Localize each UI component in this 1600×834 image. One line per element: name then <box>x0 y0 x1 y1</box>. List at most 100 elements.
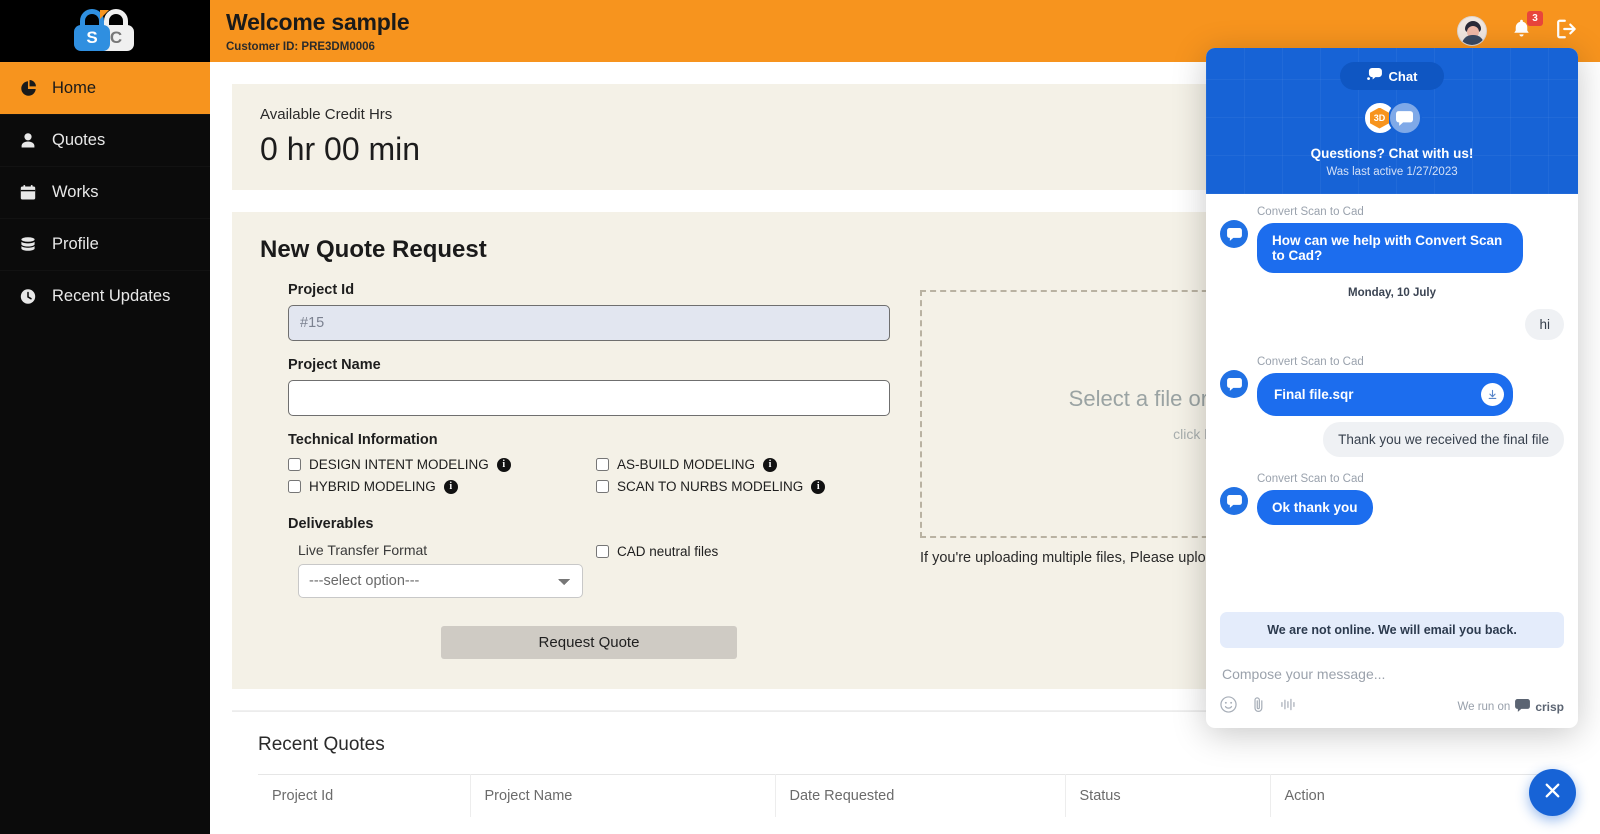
download-icon[interactable] <box>1481 383 1504 406</box>
avatar[interactable] <box>1457 16 1487 46</box>
message-bubble: Thank you we received the final file <box>1323 422 1564 457</box>
chat-header: Chat 3D Questions? Chat with us! Was las… <box>1206 48 1578 194</box>
attachment-icon[interactable] <box>1251 696 1266 718</box>
audio-waveform-icon[interactable] <box>1280 697 1297 717</box>
chat-message-list[interactable]: Convert Scan to Cad How can we help with… <box>1206 194 1578 612</box>
info-icon[interactable]: i <box>811 479 826 494</box>
checkbox-label: HYBRID MODELING <box>309 479 436 494</box>
chat-message-incoming: Convert Scan to Cad Ok thank you <box>1220 473 1564 525</box>
checkbox-design-intent-modeling[interactable]: DESIGN INTENT MODELING i <box>288 457 596 472</box>
checkbox-input[interactable] <box>288 480 301 493</box>
chat-header-title: Questions? Chat with us! <box>1310 146 1474 161</box>
bell-icon <box>1511 19 1532 44</box>
live-transfer-group: Live Transfer Format ---select option--- <box>288 542 596 598</box>
info-icon[interactable]: i <box>443 479 458 494</box>
emoji-icon[interactable] <box>1220 696 1237 718</box>
logo-accent-icon <box>100 10 109 19</box>
column-header-action[interactable]: Action <box>1270 774 1552 817</box>
crisp-logo-icon <box>1515 699 1531 715</box>
app-logo[interactable]: S C <box>0 0 210 62</box>
page-title: Welcome sample <box>226 9 410 35</box>
header-actions: 3 <box>1457 10 1578 46</box>
checkbox-input[interactable] <box>288 458 301 471</box>
checkbox-cad-neutral-files[interactable]: CAD neutral files <box>596 544 890 559</box>
checkbox-label: CAD neutral files <box>617 544 719 559</box>
user-icon <box>18 132 38 149</box>
chat-tab-button[interactable]: Chat <box>1340 62 1444 90</box>
checkbox-label: DESIGN INTENT MODELING <box>309 457 489 472</box>
message-file-bubble[interactable]: Final file.sqr <box>1257 373 1513 416</box>
technical-checkbox-grid: DESIGN INTENT MODELING i AS-BUILD MODELI… <box>288 457 890 494</box>
logo-letter-s: S <box>74 25 110 51</box>
sidebar-item-home[interactable]: Home <box>0 62 210 114</box>
project-id-label: Project Id <box>288 282 355 298</box>
close-icon <box>1542 780 1563 806</box>
checkbox-hybrid-modeling[interactable]: HYBRID MODELING i <box>288 479 596 494</box>
message-sender-name: Convert Scan to Cad <box>1257 473 1364 485</box>
chat-branding: We run on crisp <box>1457 699 1564 715</box>
app-root: S C Home Quotes Works Profile Recent Upd… <box>0 0 1600 834</box>
column-header-project-name[interactable]: Project Name <box>470 774 776 817</box>
sidebar-item-label: Recent Updates <box>52 287 171 305</box>
chat-tab-label: Chat <box>1388 68 1418 84</box>
sidebar-item-label: Quotes <box>52 131 106 149</box>
table-header-row: Project Id Project Name Date Requested S… <box>258 774 1552 817</box>
checkbox-scan-to-nurbs-modeling[interactable]: SCAN TO NURBS MODELING i <box>596 479 890 494</box>
live-transfer-label: Live Transfer Format <box>298 542 428 558</box>
chat-close-button[interactable] <box>1529 769 1576 816</box>
sidebar: S C Home Quotes Works Profile Recent Upd… <box>0 0 210 834</box>
column-header-date-requested[interactable]: Date Requested <box>775 774 1066 817</box>
checkbox-label: AS-BUILD MODELING <box>617 457 756 472</box>
message-bubble: How can we help with Convert Scan to Cad… <box>1257 223 1523 273</box>
column-header-status[interactable]: Status <box>1065 774 1271 817</box>
checkbox-input[interactable] <box>596 458 609 471</box>
deliverables-label: Deliverables <box>288 516 374 532</box>
offline-notice: We are not online. We will email you bac… <box>1220 612 1564 648</box>
project-id-input[interactable] <box>288 305 890 341</box>
project-name-label: Project Name <box>288 357 381 373</box>
chat-compose-input[interactable]: Compose your message... <box>1220 658 1564 696</box>
sidebar-item-recent-updates[interactable]: Recent Updates <box>0 270 210 322</box>
sidebar-item-works[interactable]: Works <box>0 166 210 218</box>
crisp-brand-name: crisp <box>1535 700 1564 714</box>
chat-widget: Chat 3D Questions? Chat with us! Was las… <box>1206 48 1578 728</box>
checkbox-as-build-modeling[interactable]: AS-BUILD MODELING i <box>596 457 890 472</box>
run-on-text: We run on <box>1457 701 1511 713</box>
deliverables-section: Deliverables Live Transfer Format ---sel… <box>288 516 890 598</box>
notifications-button[interactable]: 3 <box>1511 10 1543 45</box>
project-name-field-group: Project Name <box>288 357 890 416</box>
message-sender-name: Convert Scan to Cad <box>1257 206 1364 218</box>
info-icon[interactable]: i <box>763 457 778 472</box>
compose-toolbar <box>1220 696 1297 718</box>
agent-avatar-icon <box>1220 370 1248 398</box>
chat-message-outgoing: Thank you we received the final file <box>1220 422 1564 457</box>
customer-id: Customer ID: PRE3DM0006 <box>226 41 375 53</box>
request-quote-button[interactable]: Request Quote <box>441 626 737 659</box>
checkbox-input[interactable] <box>596 545 609 558</box>
chat-message-incoming: Convert Scan to Cad How can we help with… <box>1220 206 1564 273</box>
technical-information-label: Technical Information <box>288 432 438 448</box>
column-header-project-id[interactable]: Project Id <box>258 774 471 817</box>
sidebar-item-profile[interactable]: Profile <box>0 218 210 270</box>
message-bubble: Ok thank you <box>1257 490 1373 525</box>
chat-last-active: Was last active 1/27/2023 <box>1326 166 1458 178</box>
checkbox-input[interactable] <box>596 480 609 493</box>
info-icon[interactable]: i <box>496 457 511 472</box>
sidebar-item-label: Profile <box>52 235 99 253</box>
sidebar-item-quotes[interactable]: Quotes <box>0 114 210 166</box>
notification-badge: 3 <box>1527 10 1543 26</box>
calendar-icon <box>18 184 38 201</box>
welcome-block: Welcome sample Customer ID: PRE3DM0006 <box>226 9 410 53</box>
logout-button[interactable] <box>1556 18 1578 45</box>
project-id-field-group: Project Id <box>288 282 890 341</box>
agent-avatar-icon <box>1220 487 1248 515</box>
clock-icon <box>18 288 38 305</box>
chat-agent-avatars: 3D <box>1206 101 1578 135</box>
recent-quotes-title: Recent Quotes <box>258 734 385 755</box>
chat-message-outgoing: hi <box>1220 309 1564 340</box>
chat-operator-icon <box>1387 101 1422 135</box>
message-bubble: hi <box>1525 309 1564 340</box>
project-name-input[interactable] <box>288 380 890 416</box>
live-transfer-format-select[interactable]: ---select option--- <box>298 564 583 598</box>
file-name: Final file.sqr <box>1274 387 1354 402</box>
